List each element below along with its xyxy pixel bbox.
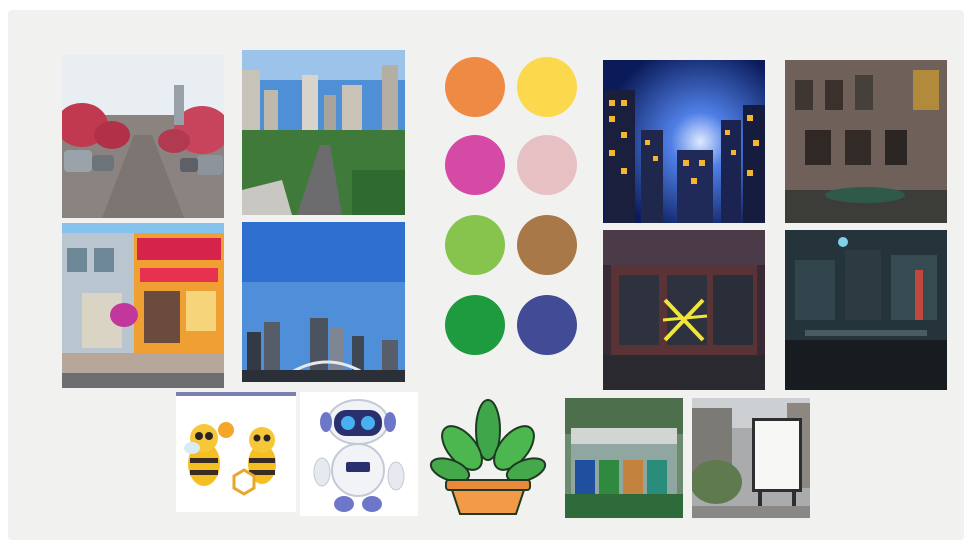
photo-cartoon-storefronts — [62, 223, 224, 388]
indigo-swatch — [517, 295, 577, 355]
photo-dark-alley-street — [785, 230, 947, 390]
brown-swatch — [517, 215, 577, 275]
green-swatch — [445, 295, 505, 355]
photo-night-city-buildings — [603, 60, 765, 223]
illustration-cartoon-bees — [176, 392, 296, 512]
photo-city-highway-aerial — [242, 50, 405, 215]
photo-abandoned-building — [785, 60, 947, 223]
illustration-potted-plant — [428, 392, 548, 516]
photo-blank-billboard-street — [692, 398, 810, 518]
photo-boarded-storefront-caution-tape — [603, 230, 765, 390]
light-green-swatch — [445, 215, 505, 275]
illustration-robot — [300, 392, 418, 516]
pale-pink-swatch — [517, 135, 577, 195]
magenta-swatch — [445, 135, 505, 195]
yellow-swatch — [517, 57, 577, 117]
photo-recycling-bins — [565, 398, 683, 518]
photo-city-skyline-blue-sky — [242, 222, 405, 382]
orange-swatch — [445, 57, 505, 117]
photo-tree-lined-street — [62, 55, 224, 218]
